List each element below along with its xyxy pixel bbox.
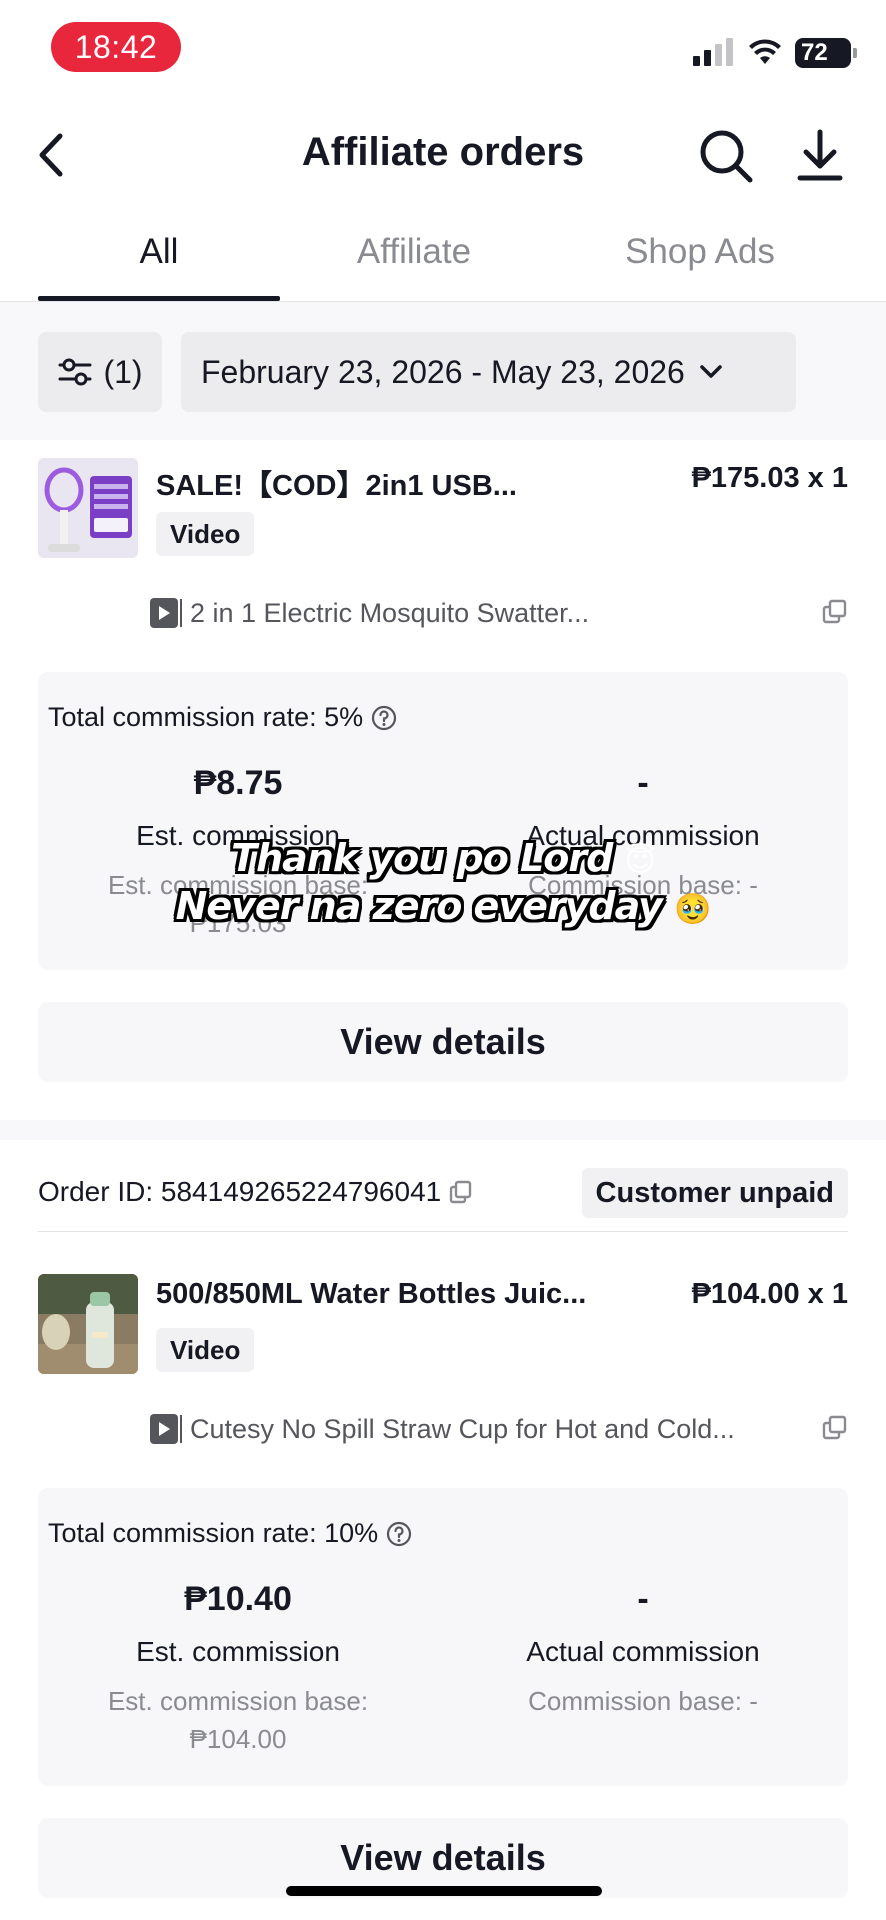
order-id: Order ID: 584149265224796041 — [38, 1176, 473, 1208]
est-commission-column: ₱10.40 Est. commission Est. commission b… — [38, 1580, 438, 1758]
commission-rate-text: Total commission rate: 10% — [48, 1518, 379, 1548]
date-range-label: February 23, 2026 - May 23, 2026 — [201, 353, 685, 390]
tab-shop-ads[interactable]: Shop Ads — [590, 232, 810, 272]
help-icon[interactable] — [386, 1521, 412, 1547]
tab-affiliate[interactable]: Affiliate — [314, 232, 514, 272]
actual-commission-amount: - — [637, 1580, 649, 1618]
tab-underline — [38, 296, 280, 301]
caption-emoji: 🥹 — [674, 892, 711, 927]
view-details-button[interactable]: View details — [38, 1002, 848, 1082]
product-price: ₱104.00 x 1 — [691, 1278, 848, 1310]
est-base-value: ₱104.00 — [189, 1724, 287, 1754]
est-commission-amount: ₱10.40 — [184, 1580, 292, 1618]
est-base-label: Est. commission base: — [107, 1686, 369, 1716]
order-card: SALE!【COD】2in1 USB... ₱175.03 x 1 Video … — [0, 440, 886, 1120]
commission-rate-text: Total commission rate: 5% — [48, 702, 364, 732]
cellular-signal-icon — [693, 38, 733, 66]
actual-commission-column: - Actual commission Commission base: - — [443, 764, 843, 904]
order-card: Order ID: 584149265224796041 Customer un… — [0, 1140, 886, 1920]
tab-all[interactable]: All — [38, 232, 280, 272]
product-row[interactable]: SALE!【COD】2in1 USB... ₱175.03 x 1 Video — [38, 458, 848, 568]
content-type-badge: Video — [156, 1328, 255, 1372]
product-row[interactable]: 500/850ML Water Bottles Juic... ₱104.00 … — [38, 1274, 848, 1384]
product-name: 500/850ML Water Bottles Juic... — [156, 1278, 587, 1310]
battery-indicator: 72 — [795, 38, 857, 68]
tab-bar: All Affiliate Shop Ads — [0, 210, 886, 302]
caption-emoji: 😇 — [624, 844, 656, 879]
status-bar: 18:42 72 — [0, 0, 886, 96]
order-header: Order ID: 584149265224796041 Customer un… — [38, 1140, 848, 1232]
actual-commission-label: Actual commission — [526, 1636, 760, 1667]
caption-text: Thank you po Lord — [231, 836, 613, 880]
est-commission-amount: ₱8.75 — [193, 764, 283, 802]
product-thumbnail — [38, 1274, 138, 1374]
wifi-icon — [749, 39, 781, 64]
product-name: SALE!【COD】2in1 USB... — [156, 470, 517, 502]
commission-rate: Total commission rate: 5% — [48, 702, 397, 733]
actual-commission-column: - Actual commission Commission base: - — [443, 1580, 843, 1720]
top-nav: Affiliate orders — [0, 100, 886, 210]
video-play-icon — [150, 1414, 182, 1444]
filter-row: (1) February 23, 2026 - May 23, 2026 — [0, 302, 886, 440]
video-link[interactable]: 2 in 1 Electric Mosquito Swatter... — [148, 593, 848, 633]
commission-rate: Total commission rate: 10% — [48, 1518, 412, 1549]
content-type-badge: Video — [156, 512, 255, 556]
commission-summary: Total commission rate: 10% ₱10.40 Est. c… — [38, 1488, 848, 1786]
open-link-icon[interactable] — [822, 1415, 848, 1441]
filter-sliders-icon — [58, 358, 92, 386]
order-id-text: Order ID: 584149265224796041 — [38, 1176, 442, 1207]
caption-text: Never na zero everyday — [175, 884, 663, 928]
battery-cap — [853, 48, 857, 58]
help-icon[interactable] — [371, 705, 397, 731]
est-commission-label: Est. commission — [136, 1636, 340, 1667]
download-icon[interactable] — [796, 128, 844, 184]
caption-overlay-line-2: Never na zero everyday 🥹 — [0, 884, 886, 928]
order-status-badge: Customer unpaid — [581, 1168, 848, 1218]
video-title: Cutesy No Spill Straw Cup for Hot and Co… — [190, 1413, 735, 1444]
filter-button[interactable]: (1) — [38, 332, 162, 412]
video-play-icon — [150, 598, 182, 628]
video-link[interactable]: Cutesy No Spill Straw Cup for Hot and Co… — [148, 1409, 848, 1449]
product-thumbnail — [38, 458, 138, 558]
home-indicator — [286, 1886, 602, 1896]
status-time: 18:42 — [51, 22, 181, 72]
open-link-icon[interactable] — [822, 599, 848, 625]
search-icon[interactable] — [698, 128, 754, 184]
chevron-down-icon — [700, 365, 722, 378]
date-range-select[interactable]: February 23, 2026 - May 23, 2026 — [181, 332, 796, 412]
battery-level: 72 — [801, 39, 828, 66]
filter-count: (1) — [103, 353, 143, 390]
copy-icon[interactable] — [449, 1180, 473, 1204]
product-price: ₱175.03 x 1 — [691, 462, 848, 494]
actual-commission-base: Commission base: - — [528, 1686, 758, 1716]
caption-overlay-line-1: Thank you po Lord 😇 — [0, 836, 886, 880]
actual-commission-amount: - — [637, 764, 649, 802]
est-commission-base: Est. commission base: ₱104.00 — [38, 1682, 438, 1758]
video-title: 2 in 1 Electric Mosquito Swatter... — [190, 597, 590, 628]
